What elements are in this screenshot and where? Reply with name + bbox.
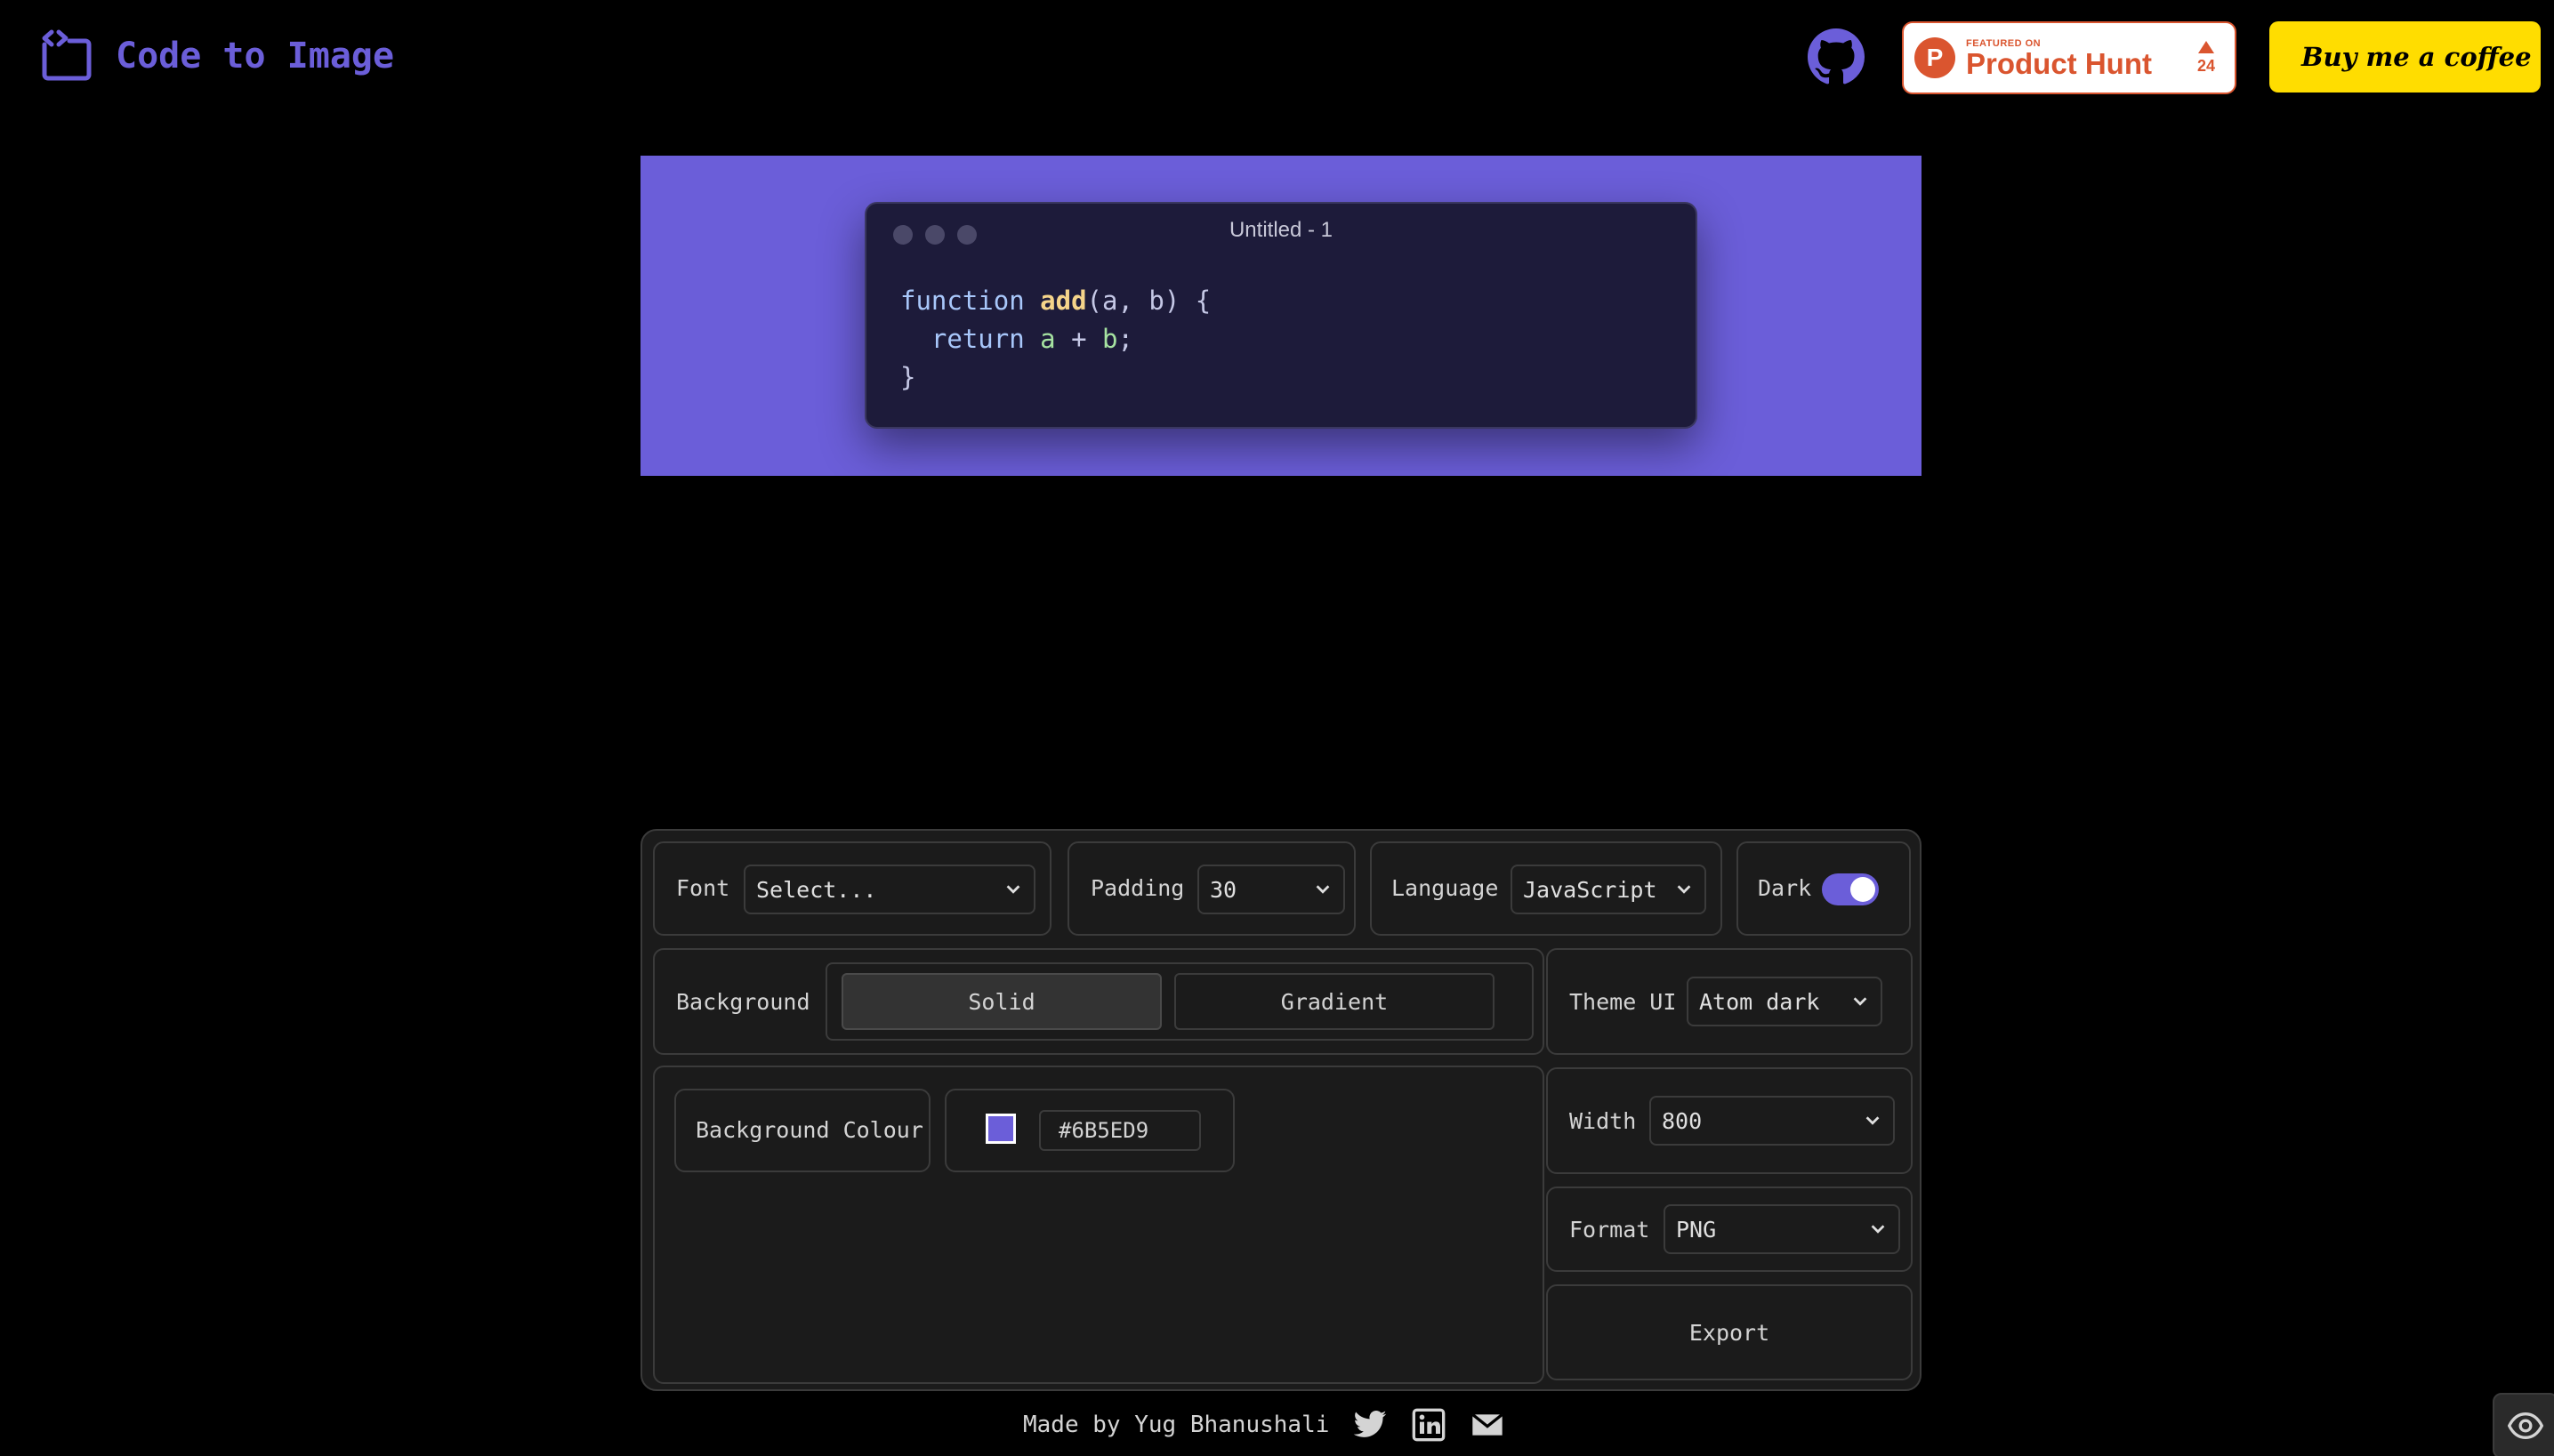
colour-swatch[interactable] [986,1114,1016,1144]
dark-mode-toggle[interactable] [1822,873,1879,905]
app-title: Code to Image [116,36,395,76]
product-hunt-logo: P [1914,37,1955,78]
app-logo[interactable]: Code to Image [39,28,394,84]
format-select[interactable]: PNG [1664,1204,1900,1254]
footer: Made by Yug Bhanushali [1023,1407,1505,1443]
code-window: Untitled - 1 function add(a, b) { return… [865,202,1697,429]
background-colour-label: Background Colour [696,1117,923,1143]
padding-select[interactable]: 30 [1197,865,1345,914]
linkedin-icon[interactable] [1411,1407,1446,1443]
font-label: Font [676,875,730,901]
background-gradient-tab[interactable]: Gradient [1174,973,1495,1030]
chevron-down-icon [1006,885,1020,894]
background-type-group: Solid Gradient [826,962,1534,1041]
code-editor[interactable]: function add(a, b) { return a + b; } [900,282,1211,397]
toggle-knob [1850,877,1875,902]
twitter-icon[interactable] [1352,1407,1388,1443]
dark-control: Dark [1736,841,1911,936]
width-control: Width 800 [1546,1067,1913,1174]
eye-icon [2508,1412,2543,1440]
chevron-down-icon [1677,885,1691,894]
padding-label: Padding [1091,875,1185,901]
preview-toggle-button[interactable] [2493,1393,2554,1456]
chevron-down-icon [1316,885,1330,894]
dark-label: Dark [1758,875,1812,901]
font-control: Font Select... [653,841,1051,936]
export-button[interactable]: Export [1546,1284,1913,1380]
background-control: Background Solid Gradient [653,948,1544,1055]
language-select[interactable]: JavaScript [1511,865,1706,914]
made-by-text: Made by Yug Bhanushali [1023,1412,1330,1438]
theme-select[interactable]: Atom dark [1687,977,1882,1026]
upvote-arrow-icon [2197,40,2214,53]
chevron-down-icon [1853,997,1867,1006]
buy-me-a-coffee-button[interactable]: Buy me a coffee [2269,21,2541,93]
ph-name: Product Hunt [1966,46,2152,80]
code-preview-canvas: Untitled - 1 function add(a, b) { return… [641,156,1922,476]
padding-control: Padding 30 [1068,841,1356,936]
background-label: Background [676,989,810,1015]
background-colour-label-box: Background Colour [674,1089,931,1172]
width-label: Width [1569,1108,1637,1134]
background-solid-tab[interactable]: Solid [842,973,1162,1030]
background-colour-area: Background Colour [653,1066,1544,1384]
github-icon[interactable] [1808,28,1865,85]
theme-control: Theme UI Atom dark [1546,948,1913,1055]
language-control: Language JavaScript [1370,841,1722,936]
theme-label: Theme UI [1569,989,1677,1015]
window-title[interactable]: Untitled - 1 [866,218,1696,243]
product-hunt-badge[interactable]: P FEATURED ON Product Hunt 24 [1902,21,2236,94]
code-window-icon [42,29,92,81]
format-control: Format PNG [1546,1187,1913,1272]
chevron-down-icon [1871,1225,1885,1234]
mail-icon[interactable] [1470,1407,1505,1443]
colour-picker-box [945,1089,1235,1172]
font-select[interactable]: Select... [744,865,1035,914]
ph-vote-count: 24 [2196,56,2215,75]
chevron-down-icon [1865,1116,1880,1125]
format-label: Format [1569,1217,1650,1243]
bmc-label: Buy me a coffee [2301,42,2532,72]
language-label: Language [1391,875,1499,901]
width-select[interactable]: 800 [1649,1096,1895,1146]
control-panel: Font Select... Padding 30 Language JavaS… [641,829,1922,1391]
hex-colour-input[interactable] [1039,1110,1201,1151]
